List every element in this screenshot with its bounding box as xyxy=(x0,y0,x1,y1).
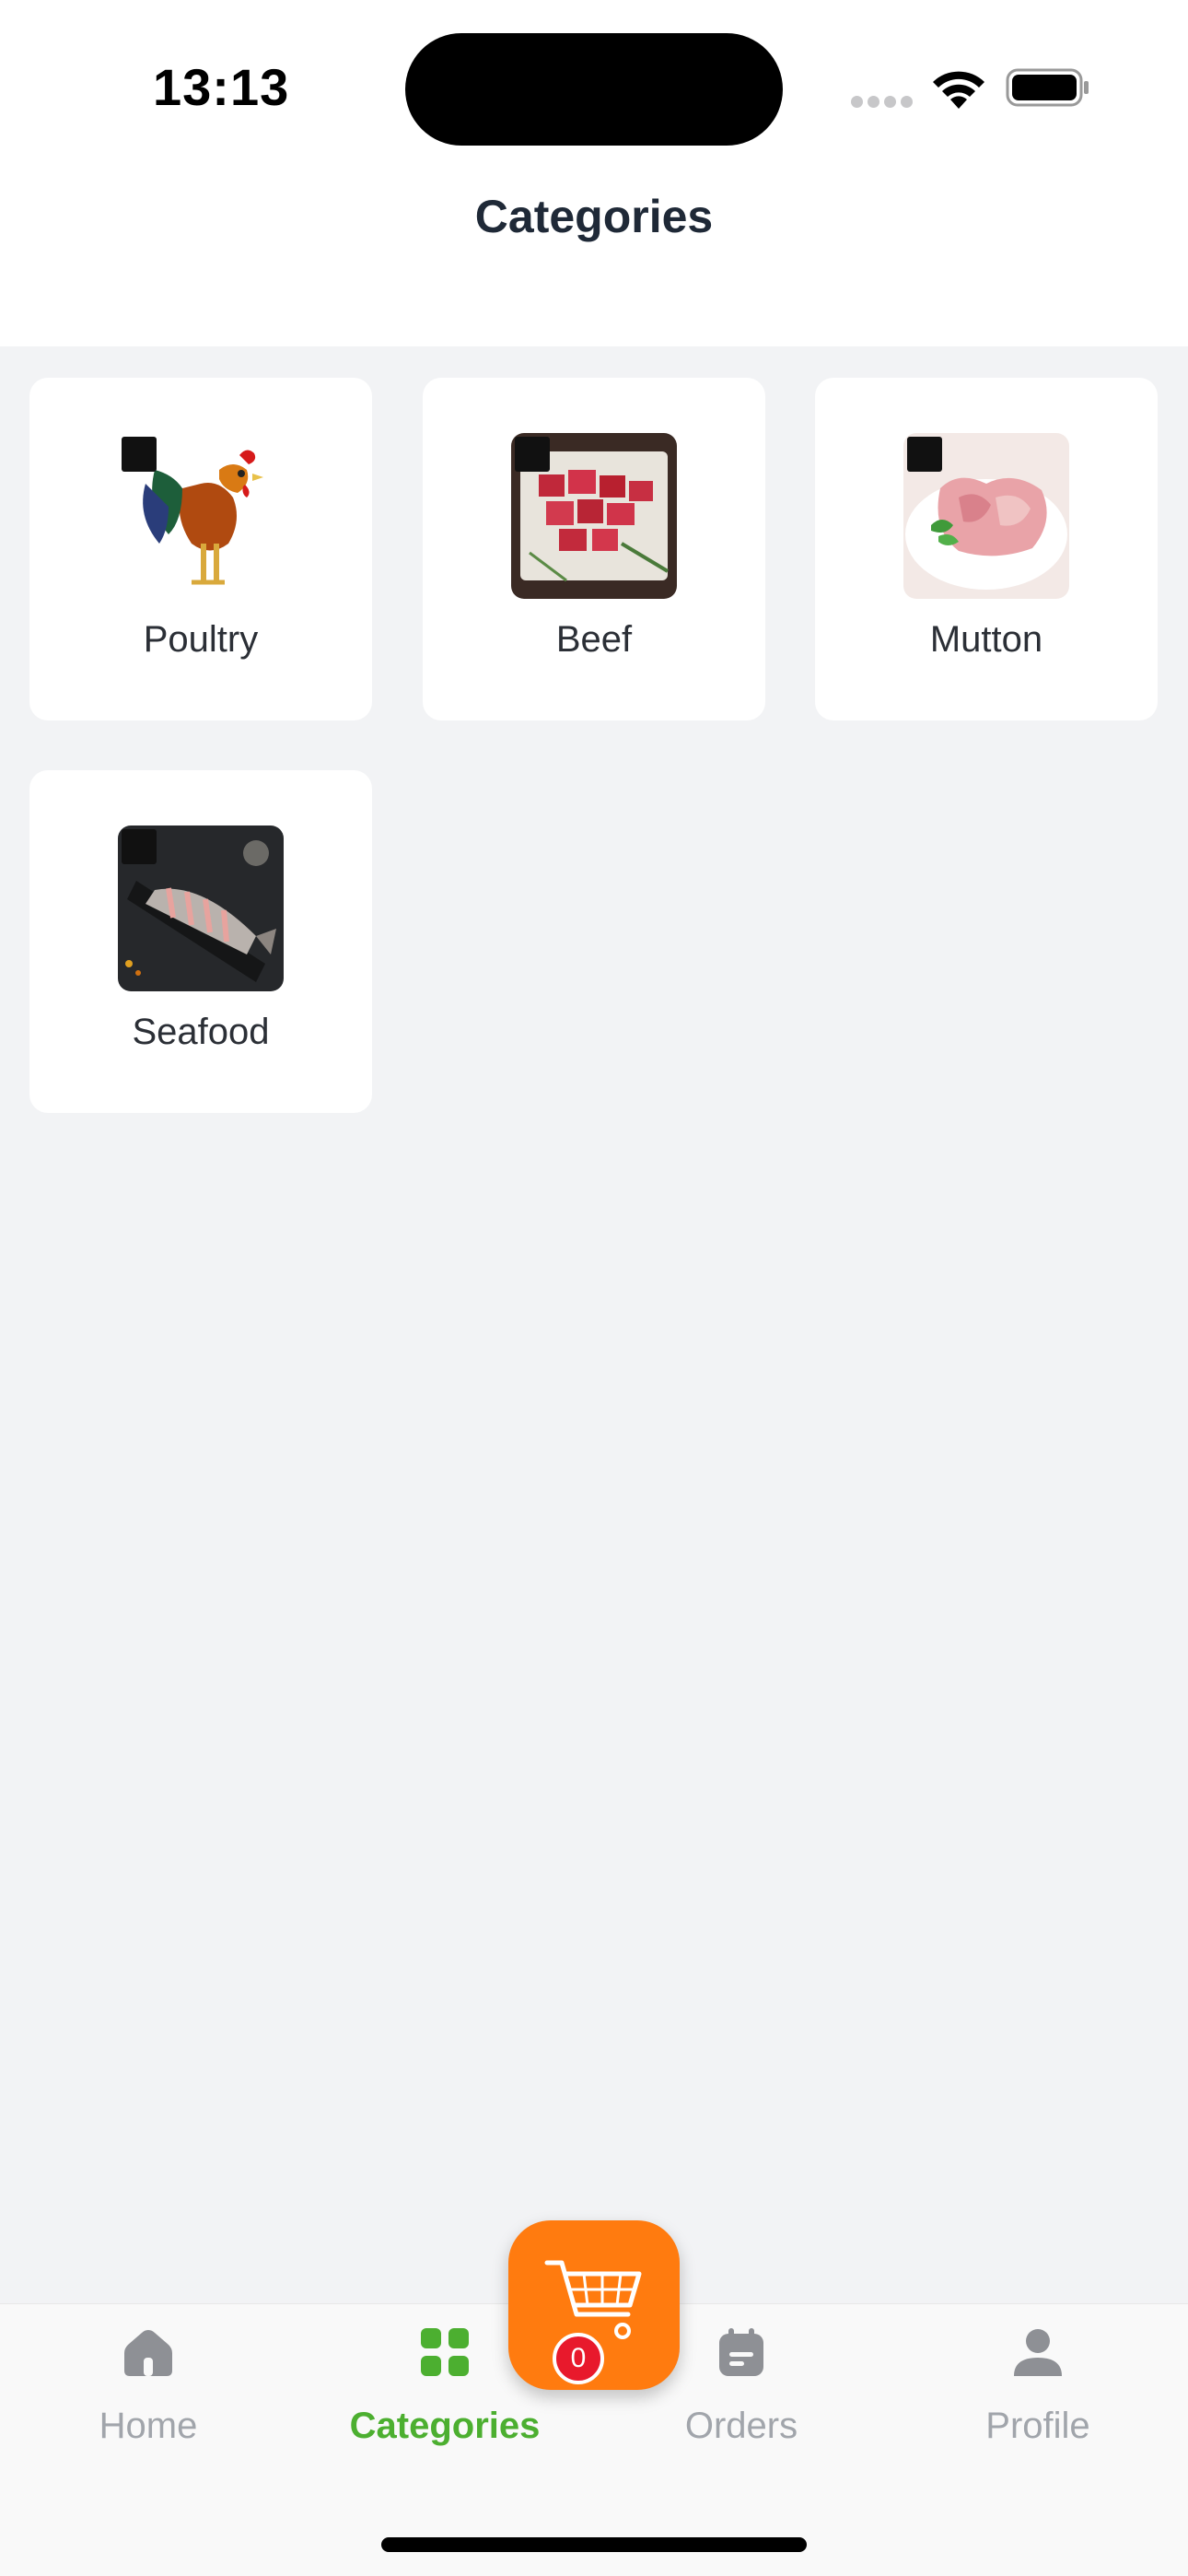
tab-label: Categories xyxy=(349,2406,541,2446)
home-indicator xyxy=(381,2537,807,2552)
mutton-image xyxy=(903,433,1069,599)
categories-screen: 13:13 Categories Poultry Beef Mutton Sea… xyxy=(0,0,1188,2576)
category-label: Mutton xyxy=(929,619,1043,660)
cart-button[interactable]: 0 xyxy=(508,2220,680,2390)
category-label: Seafood xyxy=(132,1012,270,1052)
beef-cubes-image xyxy=(511,433,677,599)
category-card-poultry[interactable]: Poultry xyxy=(29,378,372,720)
brand-logo-badge xyxy=(122,437,157,472)
cellular-signal-icon xyxy=(851,96,913,109)
tab-label: Home xyxy=(99,2406,198,2446)
category-card-seafood[interactable]: Seafood xyxy=(29,770,372,1113)
rooster-image xyxy=(118,433,284,599)
category-label: Poultry xyxy=(143,619,259,660)
dynamic-island xyxy=(405,33,783,146)
grid-icon xyxy=(421,2328,469,2376)
brand-logo-badge xyxy=(122,829,157,864)
tab-label: Orders xyxy=(684,2406,798,2446)
status-bar: 13:13 xyxy=(0,0,1188,175)
category-card-beef[interactable]: Beef xyxy=(423,378,765,720)
brand-logo-badge xyxy=(515,437,550,472)
wifi-icon xyxy=(933,71,984,109)
cart-count-badge: 0 xyxy=(553,2333,604,2384)
tab-label: Profile xyxy=(985,2406,1090,2446)
status-time: 13:13 xyxy=(153,58,290,116)
brand-logo-badge xyxy=(907,437,942,472)
cart-icon xyxy=(544,2260,642,2339)
category-card-mutton[interactable]: Mutton xyxy=(815,378,1158,720)
user-icon xyxy=(1014,2329,1062,2376)
fish-image xyxy=(118,825,284,991)
calendar-icon xyxy=(719,2328,763,2376)
category-label: Beef xyxy=(555,619,633,660)
page-title: Categories xyxy=(474,191,714,242)
home-icon xyxy=(124,2330,172,2376)
page-header: Categories xyxy=(0,175,1188,346)
tab-profile[interactable]: Profile xyxy=(890,2304,1186,2488)
tab-home[interactable]: Home xyxy=(0,2304,297,2488)
battery-icon xyxy=(1006,68,1089,107)
